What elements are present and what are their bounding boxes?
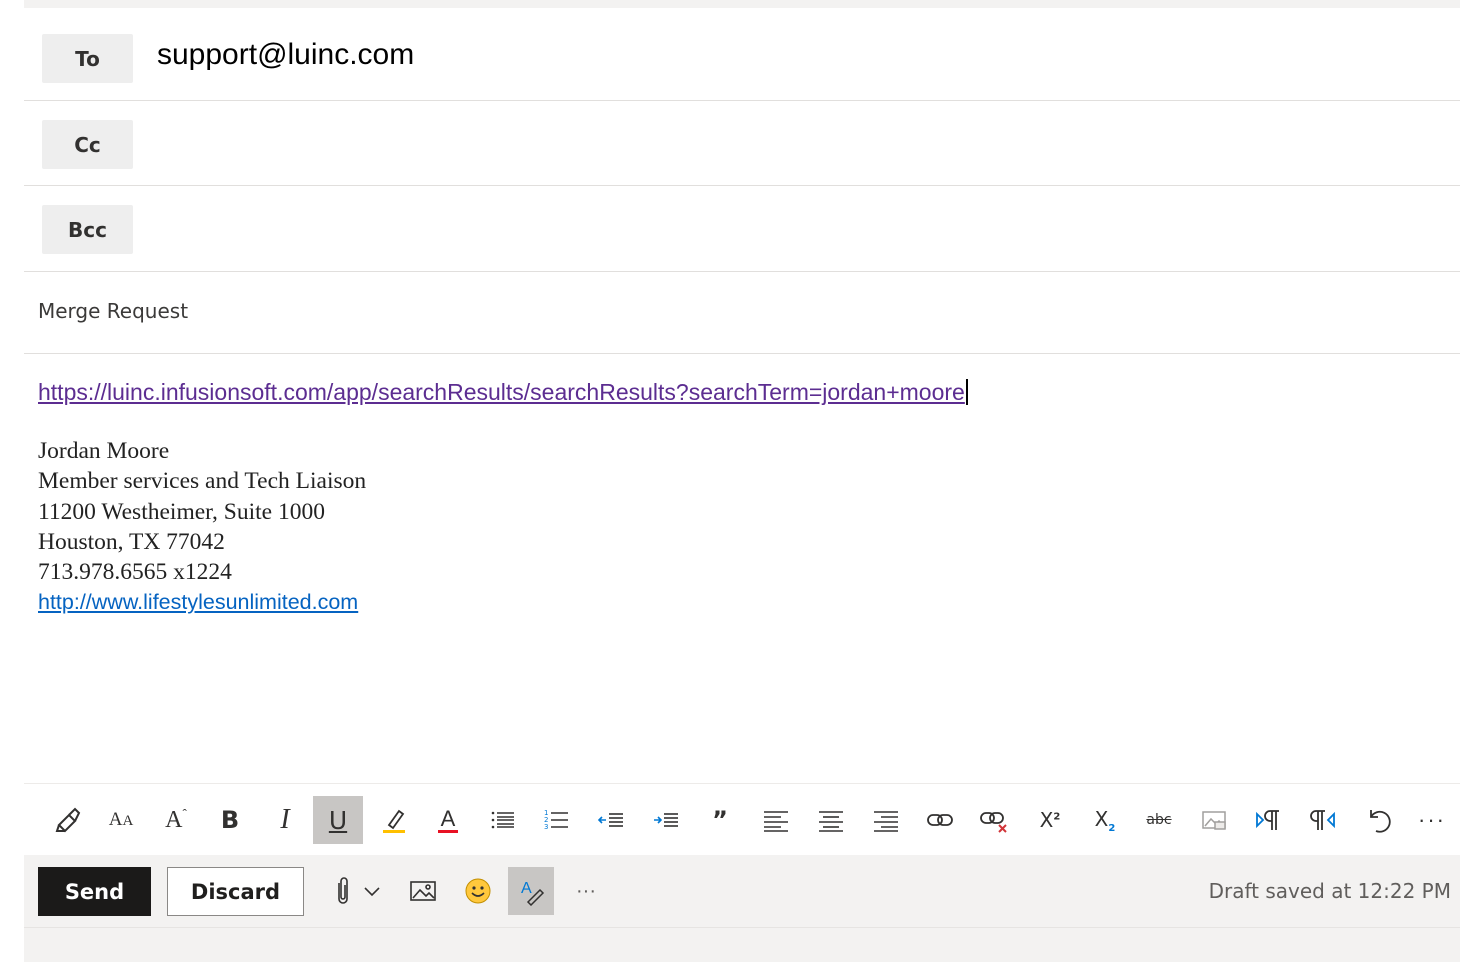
subject-field[interactable]: Merge Request [24, 272, 1460, 354]
insert-picture-icon[interactable] [400, 867, 446, 915]
send-button[interactable]: Send [38, 867, 151, 916]
undo-icon[interactable] [1353, 796, 1403, 844]
bullets-icon[interactable] [478, 796, 528, 844]
more-actions-icon[interactable]: ··· [563, 867, 609, 915]
top-strip [24, 0, 1460, 8]
svg-text:3: 3 [544, 823, 548, 831]
highlight-icon[interactable] [369, 796, 419, 844]
font-color-icon[interactable]: A [423, 796, 473, 844]
signature-address2: Houston, TX 77042 [38, 528, 225, 555]
quote-icon[interactable]: ” [695, 796, 745, 844]
decrease-indent-icon[interactable] [586, 796, 636, 844]
rtl-icon[interactable] [1298, 796, 1348, 844]
bottom-strip [24, 927, 1460, 962]
chevron-down-icon[interactable] [358, 867, 386, 915]
italic-icon[interactable]: I [260, 796, 310, 844]
bold-icon[interactable]: B [205, 796, 255, 844]
format-painter-icon[interactable] [43, 796, 93, 844]
signature-phone: 713.978.6565 x1224 [38, 559, 232, 586]
text-caret [965, 379, 968, 405]
align-right-icon[interactable] [861, 796, 911, 844]
body-link-line: https://luinc.infusionsoft.com/app/searc… [38, 379, 968, 406]
ltr-icon[interactable] [1243, 796, 1293, 844]
body-link[interactable]: https://luinc.infusionsoft.com/app/searc… [38, 379, 965, 405]
message-body[interactable]: https://luinc.infusionsoft.com/app/searc… [24, 354, 1460, 782]
to-button[interactable]: To [42, 34, 133, 83]
signature-website-link[interactable]: http://www.lifestylesunlimited.com [38, 590, 358, 614]
font-size-icon[interactable]: AA [96, 796, 146, 844]
to-row: To support@luinc.com [24, 17, 1460, 101]
numbering-icon[interactable]: 123 [532, 796, 582, 844]
attach-icon[interactable] [328, 867, 358, 915]
editor-pen-icon[interactable]: A [508, 867, 554, 915]
svg-text:A: A [441, 806, 456, 831]
strikethrough-icon[interactable]: abc [1134, 796, 1184, 844]
to-input[interactable]: support@luinc.com [157, 38, 414, 72]
bcc-button[interactable]: Bcc [42, 205, 133, 254]
superscript-icon[interactable]: X2 [1025, 796, 1075, 844]
underline-icon[interactable]: U [313, 796, 363, 844]
remove-link-icon[interactable] [969, 796, 1019, 844]
subscript-icon[interactable]: X2 [1080, 796, 1130, 844]
action-bar: Send Discard A ··· Draft saved at 12:22 … [24, 855, 1460, 927]
align-left-icon[interactable] [751, 796, 801, 844]
cc-row: Cc [24, 101, 1460, 186]
signature-name: Jordan Moore [38, 438, 170, 464]
emoji-icon[interactable] [455, 867, 501, 915]
grow-font-icon[interactable]: Aˆ [151, 796, 201, 844]
align-center-icon[interactable] [806, 796, 856, 844]
subject-text[interactable]: Merge Request [38, 299, 188, 323]
more-options-icon[interactable]: ··· [1407, 796, 1457, 844]
bcc-row: Bcc [24, 186, 1460, 272]
signature: Jordan Moore Member services and Tech Li… [38, 436, 366, 618]
signature-address1: 11200 Westheimer, Suite 1000 [38, 498, 325, 525]
signature-title: Member services and Tech Liaison [38, 468, 367, 495]
increase-indent-icon[interactable] [641, 796, 691, 844]
svg-text:A: A [521, 880, 532, 897]
draft-status: Draft saved at 12:22 PM [1208, 879, 1451, 903]
discard-button[interactable]: Discard [167, 867, 304, 916]
insert-link-icon[interactable] [915, 796, 965, 844]
format-toolbar: AA Aˆ B I U A 123 ” X2 X2 abc ··· [24, 784, 1460, 854]
cc-button[interactable]: Cc [42, 120, 133, 169]
picture-placeholder-icon[interactable] [1189, 796, 1239, 844]
